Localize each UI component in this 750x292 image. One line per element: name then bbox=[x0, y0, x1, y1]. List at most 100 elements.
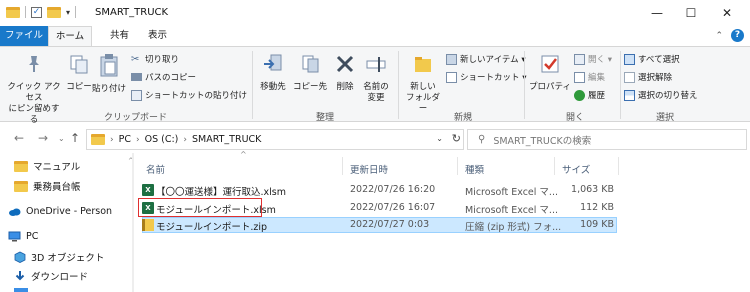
nav-item-downloads[interactable]: ダウンロード bbox=[14, 269, 88, 283]
address-dropdown-chevron-icon[interactable]: ⌄ bbox=[436, 134, 443, 143]
file-name: モジュールインポート.zip bbox=[156, 222, 268, 233]
nav-item-crew-ledger[interactable]: 乗務員台帳 bbox=[14, 179, 81, 193]
column-divider[interactable] bbox=[457, 157, 458, 175]
open-group-label: 開く bbox=[566, 113, 585, 123]
tab-home[interactable]: ホーム bbox=[48, 26, 92, 46]
column-header-label: 名前 bbox=[146, 165, 166, 176]
recent-locations-chevron-icon[interactable]: ⌄ bbox=[58, 134, 65, 143]
column-header-name[interactable]: 名前 bbox=[146, 162, 165, 176]
column-divider[interactable] bbox=[342, 157, 343, 175]
new-folder-icon[interactable] bbox=[47, 6, 61, 18]
file-type: Microsoft Excel マ... bbox=[465, 187, 558, 198]
file-type: Microsoft Excel マ... bbox=[465, 205, 558, 216]
properties-check-icon[interactable]: ✓ bbox=[31, 6, 42, 18]
tab-view[interactable]: 表示 bbox=[138, 26, 177, 46]
back-arrow-icon[interactable]: ← bbox=[14, 131, 24, 145]
file-modified: 2022/07/26 16:20 bbox=[350, 184, 436, 195]
delete-button[interactable]: 削除 bbox=[332, 53, 358, 93]
properties-button[interactable]: プロパティ bbox=[528, 53, 572, 93]
copy-button[interactable]: コピー bbox=[66, 53, 92, 93]
file-size: 112 KB bbox=[580, 202, 614, 213]
column-divider[interactable] bbox=[618, 157, 619, 175]
search-icon: ⚲ bbox=[478, 134, 486, 145]
sort-ascending-icon: ^ bbox=[240, 150, 247, 159]
column-header-modified[interactable]: 更新日時 bbox=[350, 162, 388, 176]
open-button[interactable]: 開く ▾ bbox=[574, 53, 612, 65]
breadcrumb-folder[interactable]: SMART_TRUCK bbox=[192, 134, 261, 145]
copy-path-icon bbox=[131, 73, 142, 81]
pin-to-quick-access-button[interactable]: クイック アクセス にピン留めする bbox=[6, 53, 62, 126]
nav-item-3d-objects[interactable]: 3D オブジェクト bbox=[14, 250, 104, 264]
move-to-icon bbox=[264, 54, 282, 71]
shortcut-button[interactable]: ショートカット ▾ bbox=[446, 71, 526, 83]
column-header-type[interactable]: 種類 bbox=[465, 162, 484, 176]
customize-quick-access-chevron-icon[interactable]: ▾ bbox=[66, 8, 70, 17]
nav-item-label: 3D オブジェクト bbox=[31, 253, 105, 264]
title-bar: ✓ ▾ SMART_TRUCK — ☐ ✕ bbox=[0, 0, 750, 26]
tab-file[interactable]: ファイル bbox=[0, 26, 48, 46]
group-divider bbox=[252, 51, 253, 119]
minimize-button[interactable]: — bbox=[642, 4, 672, 22]
copy-to-icon bbox=[302, 55, 319, 73]
cloud-icon bbox=[9, 208, 21, 216]
cut-button[interactable]: ✂ 切り取り bbox=[131, 53, 180, 66]
ribbon-expand-chevron-icon[interactable]: ⌃ bbox=[715, 31, 723, 41]
breadcrumb-separator-icon: › bbox=[110, 134, 114, 145]
move-to-button[interactable]: 移動先 bbox=[256, 53, 290, 93]
column-divider[interactable] bbox=[554, 157, 555, 175]
column-header-size[interactable]: サイズ bbox=[562, 162, 590, 176]
properties-check-icon bbox=[541, 55, 559, 73]
invert-selection-button[interactable]: 選択の切り替え bbox=[624, 89, 698, 101]
file-row-selected[interactable]: モジュールインポート.zip 2022/07/27 0:03 圧縮 (zip 形… bbox=[142, 217, 617, 233]
maximize-button[interactable]: ☐ bbox=[676, 4, 706, 22]
new-item-label: 新しいアイテム ▾ bbox=[460, 55, 526, 65]
select-all-button[interactable]: すべて選択 bbox=[624, 53, 680, 65]
nav-item-pc[interactable]: PC bbox=[8, 231, 38, 242]
paste-icon bbox=[100, 54, 118, 77]
rename-button[interactable]: 名前の 変更 bbox=[360, 53, 392, 104]
nav-item-manual[interactable]: マニュアル bbox=[14, 159, 80, 173]
copy-to-label: コピー先 bbox=[292, 82, 327, 92]
navigation-bar: ← → ⌄ ↑ › PC › OS (C:) › SMART_TRUCK ⌄ ↻… bbox=[0, 127, 750, 151]
clipboard-group-label: クリップボード bbox=[104, 113, 168, 123]
forward-arrow-icon[interactable]: → bbox=[38, 131, 48, 145]
paste-shortcut-label: ショートカットの貼り付け bbox=[145, 91, 248, 101]
nav-item-label: マニュアル bbox=[33, 162, 81, 173]
paste-button[interactable]: 貼り付け bbox=[92, 53, 126, 95]
quick-access-toolbar: ✓ ▾ bbox=[6, 6, 77, 18]
scissors-icon: ✂ bbox=[131, 53, 140, 65]
address-bar[interactable]: › PC › OS (C:) › SMART_TRUCK ⌄ ↻ bbox=[86, 129, 464, 150]
search-box[interactable]: ⚲ SMART_TRUCKの検索 bbox=[467, 129, 747, 150]
edit-button[interactable]: 編集 bbox=[574, 71, 605, 83]
up-arrow-icon[interactable]: ↑ bbox=[70, 131, 80, 145]
paste-label: 貼り付け bbox=[92, 84, 127, 94]
tab-share[interactable]: 共有 bbox=[100, 26, 139, 46]
copy-path-button[interactable]: パスのコピー bbox=[131, 71, 196, 83]
refresh-icon[interactable]: ↻ bbox=[452, 132, 461, 145]
organize-group-label: 整理 bbox=[316, 113, 335, 123]
copy-icon bbox=[70, 55, 88, 74]
select-all-label: すべて選択 bbox=[638, 55, 680, 65]
nav-item-onedrive[interactable]: OneDrive - Person bbox=[8, 206, 112, 217]
copy-to-button[interactable]: コピー先 bbox=[292, 53, 328, 93]
folder-icon bbox=[6, 6, 20, 18]
invert-selection-label: 選択の切り替え bbox=[638, 91, 698, 101]
breadcrumb-drive[interactable]: OS (C:) bbox=[145, 134, 179, 145]
paste-shortcut-icon bbox=[131, 89, 142, 101]
select-none-icon bbox=[624, 71, 635, 83]
select-none-button[interactable]: 選択解除 bbox=[624, 71, 672, 83]
breadcrumb-pc[interactable]: PC bbox=[119, 134, 131, 145]
paste-shortcut-button[interactable]: ショートカットの貼り付け bbox=[131, 89, 247, 101]
close-button[interactable]: ✕ bbox=[712, 4, 742, 22]
new-item-button[interactable]: 新しいアイテム ▾ bbox=[446, 53, 526, 65]
invert-selection-icon bbox=[624, 89, 635, 101]
cut-label: 切り取り bbox=[145, 55, 180, 65]
help-icon[interactable]: ? bbox=[731, 29, 744, 42]
edit-icon bbox=[574, 71, 585, 83]
nav-item-label: 乗務員台帳 bbox=[33, 182, 81, 193]
history-clock-icon bbox=[574, 89, 585, 101]
new-folder-button[interactable]: 新しい フォルダー bbox=[402, 53, 444, 115]
group-divider bbox=[524, 51, 525, 119]
history-button[interactable]: 履歴 bbox=[574, 89, 605, 101]
file-row[interactable]: X 【〇〇運送様】運行取込.xlsm 2022/07/26 16:20 Micr… bbox=[142, 182, 617, 198]
